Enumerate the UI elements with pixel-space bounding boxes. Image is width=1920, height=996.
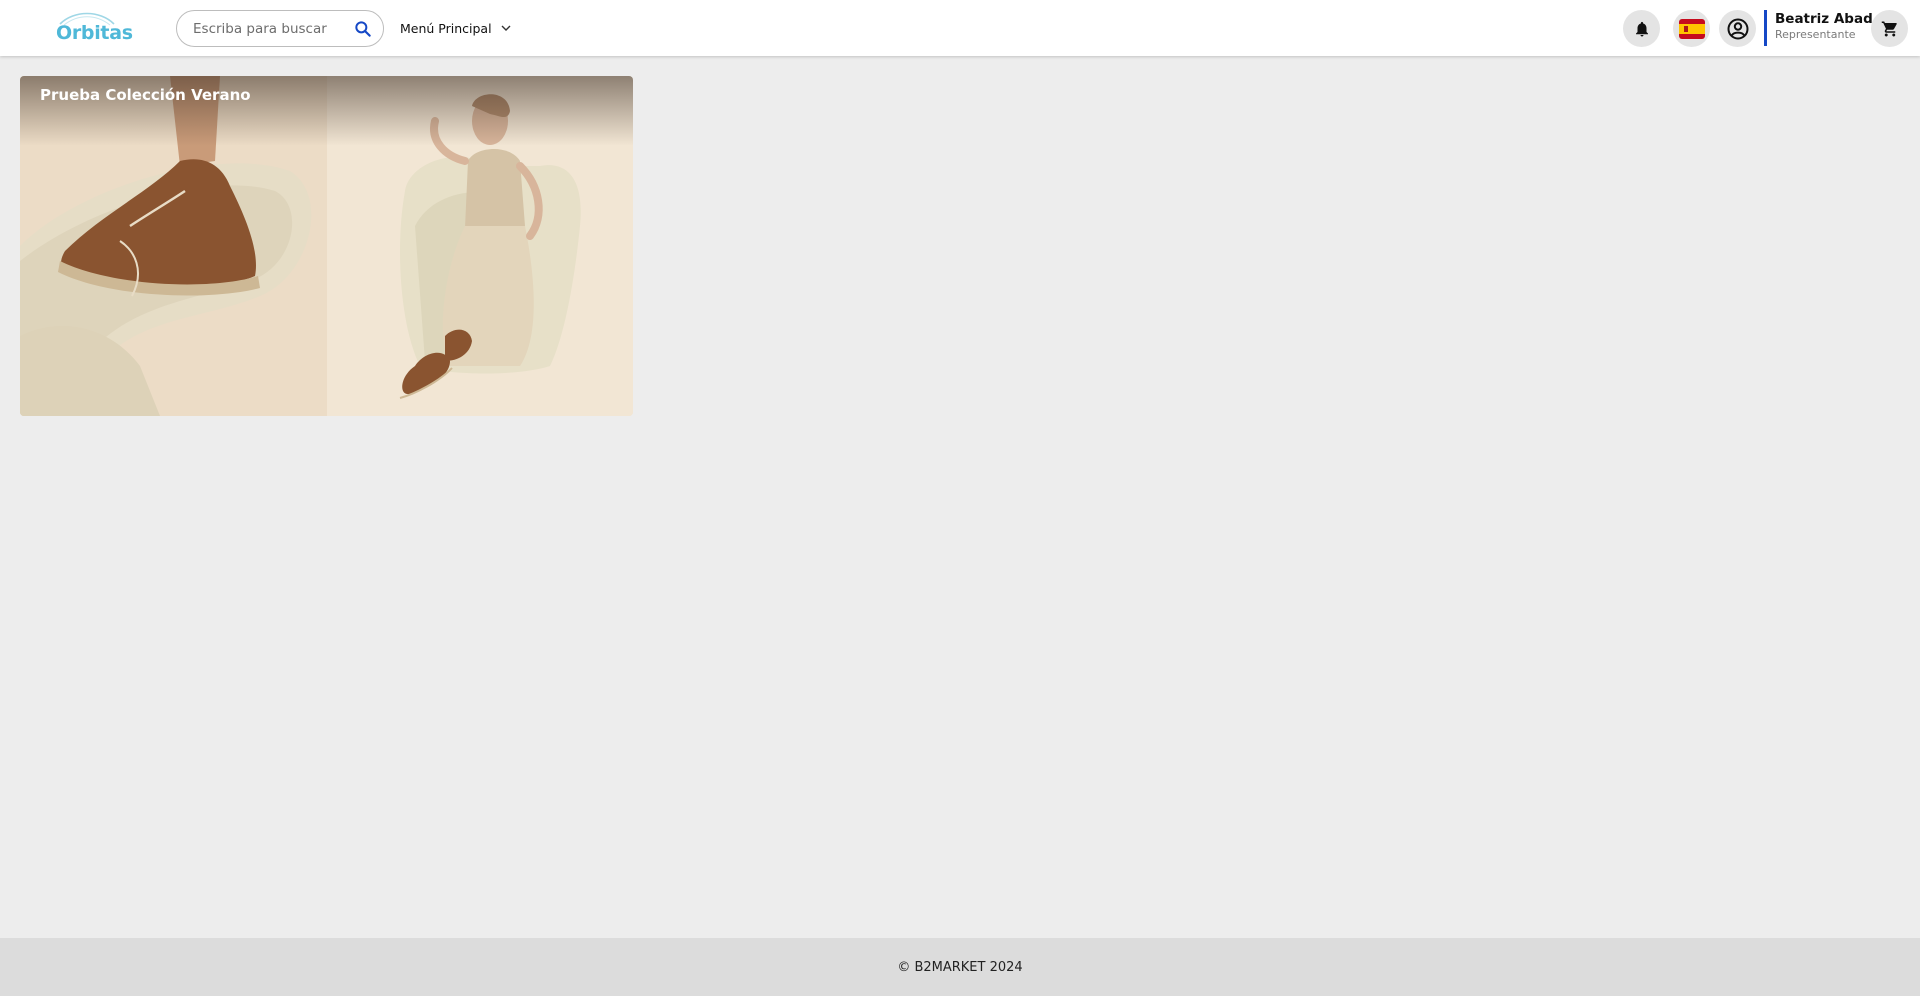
page-footer: © B2MARKET 2024 [0,938,1920,996]
account-circle-icon [1727,18,1748,39]
search-icon [355,21,371,37]
search-button[interactable] [353,19,373,39]
cart-icon [1881,21,1897,36]
footer-copyright: © B2MARKET 2024 [897,959,1023,975]
logo-text: Orbitas [56,22,133,44]
search-box [176,10,384,47]
chevron-down-icon [501,25,511,31]
collection-title: Prueba Colección Verano [40,86,251,104]
spain-flag-icon [1678,18,1705,39]
collection-card[interactable]: Prueba Colección Verano [20,76,633,416]
top-header: Orbitas Menú Principal [0,0,1920,56]
search-input[interactable] [193,19,343,39]
user-role: Representante [1775,28,1856,41]
orbitas-logo[interactable]: Orbitas [54,10,133,46]
account-button[interactable] [1719,10,1756,47]
main-menu-label: Menú Principal [400,20,492,36]
language-button[interactable] [1673,10,1710,47]
user-info[interactable]: Beatriz Abad Representante [1764,10,1873,46]
cart-button[interactable] [1871,10,1908,47]
user-name: Beatriz Abad [1775,11,1873,27]
main-menu-dropdown[interactable]: Menú Principal [400,18,512,38]
bell-icon [1635,21,1648,36]
notifications-button[interactable] [1623,10,1660,47]
